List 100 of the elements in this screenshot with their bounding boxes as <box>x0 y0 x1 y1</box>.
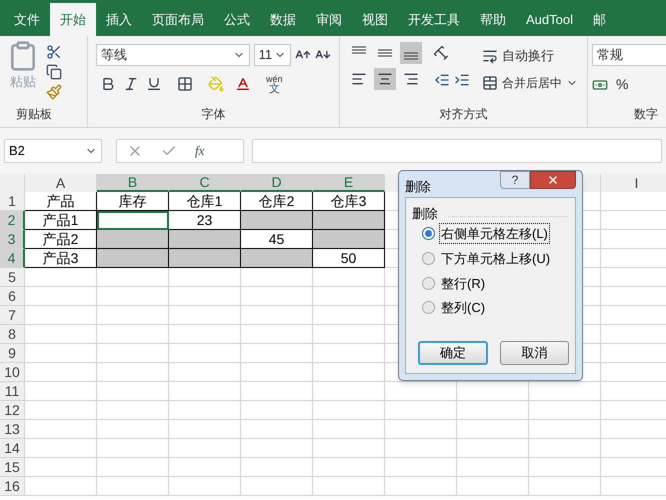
ribbon-tab[interactable]: 开始 <box>50 3 96 36</box>
font-name-field[interactable]: 等线 <box>96 44 250 66</box>
column-header[interactable]: A <box>25 174 97 192</box>
table-cell: 产品3 <box>25 249 97 268</box>
ribbon-tab[interactable]: AudTool <box>516 3 583 36</box>
font-color-icon[interactable] <box>235 76 251 92</box>
radio-option[interactable]: 下方单元格上移(U) <box>422 249 569 268</box>
align-right-icon <box>403 71 419 87</box>
ribbon-tab[interactable]: 帮助 <box>470 3 516 36</box>
scissors-icon[interactable] <box>46 44 62 60</box>
table-cell <box>241 420 313 439</box>
table-cell <box>25 477 97 496</box>
table-cell: 产品1 <box>25 211 97 230</box>
column-header[interactable]: C <box>169 174 241 192</box>
table-cell <box>529 458 601 477</box>
underline-icon[interactable] <box>146 76 162 92</box>
increase-indent-icon[interactable] <box>454 72 470 88</box>
insert-function-button[interactable]: fx <box>195 141 204 161</box>
table-cell <box>241 287 313 306</box>
table-cell <box>169 268 241 287</box>
table-cell: 产品 <box>25 192 97 211</box>
table-cell <box>97 382 169 401</box>
column-header[interactable]: E <box>313 174 385 192</box>
font-size-field[interactable]: 11 <box>254 44 292 66</box>
align-left-icon <box>351 71 367 87</box>
horizontal-align-button[interactable] <box>374 68 396 90</box>
radio-button[interactable] <box>422 226 435 240</box>
wrap-text-button[interactable]: 自动换行 <box>482 46 578 66</box>
radio-button[interactable] <box>422 276 435 290</box>
formula-field[interactable] <box>252 139 662 163</box>
group-label: 删除 <box>412 205 439 223</box>
row-header[interactable]: 2 <box>0 211 25 230</box>
merge-cells-icon <box>482 74 498 90</box>
row-header[interactable]: 16 <box>0 477 25 496</box>
close-button[interactable] <box>530 171 576 189</box>
table-cell <box>385 420 457 439</box>
radio-option[interactable]: 整列(C) <box>422 298 569 318</box>
row-header[interactable]: 4 <box>0 249 25 268</box>
ribbon-tab[interactable]: 视图 <box>352 3 398 36</box>
decrease-indent-icon[interactable] <box>434 72 450 88</box>
row-header[interactable]: 7 <box>0 306 25 325</box>
row-header[interactable]: 3 <box>0 230 25 249</box>
table-cell <box>457 401 529 420</box>
row-header[interactable]: 13 <box>0 420 25 439</box>
table-cell <box>97 401 169 420</box>
row-header[interactable]: 10 <box>0 363 25 382</box>
table-cell: 库存 <box>97 192 169 211</box>
row-header[interactable]: 8 <box>0 325 25 344</box>
italic-icon[interactable] <box>123 76 139 92</box>
help-button[interactable]: ? <box>500 171 530 189</box>
row-header[interactable]: 9 <box>0 344 25 363</box>
ribbon-tab[interactable]: 公式 <box>214 3 260 36</box>
phonetic-button[interactable]: wén 文 <box>266 74 283 94</box>
border-icon[interactable] <box>177 76 193 92</box>
table-cell <box>25 306 97 325</box>
table-cell <box>457 420 529 439</box>
merge-center-button[interactable]: 合并后居中 <box>482 74 578 92</box>
ribbon-tab[interactable]: 数据 <box>260 3 306 36</box>
close-icon <box>547 174 559 186</box>
table-cell <box>529 401 601 420</box>
row-header[interactable]: 6 <box>0 287 25 306</box>
table-cell <box>169 420 241 439</box>
table-cell <box>241 382 313 401</box>
fill-color-icon[interactable] <box>208 76 224 92</box>
ribbon-tab[interactable]: 插入 <box>96 3 142 36</box>
percent-button[interactable]: % <box>616 74 628 95</box>
ribbon-tab[interactable]: 审阅 <box>306 3 352 36</box>
column-header[interactable]: D <box>241 174 313 192</box>
table-cell <box>529 439 601 458</box>
row-header[interactable]: 1 <box>0 192 25 211</box>
dialog-button[interactable]: 取消 <box>500 341 569 365</box>
ribbon-tab[interactable]: 邮 <box>582 3 616 36</box>
table-cell <box>169 458 241 477</box>
name-box[interactable]: B2 <box>4 139 102 163</box>
radio-button[interactable] <box>422 301 435 314</box>
paintbrush-icon[interactable] <box>46 84 62 100</box>
row-header[interactable]: 5 <box>0 268 25 287</box>
ribbon-tab[interactable]: 文件 <box>4 3 50 36</box>
number-format-field[interactable]: 常规 <box>592 44 666 66</box>
column-header[interactable]: I <box>601 174 666 192</box>
radio-button[interactable] <box>422 252 435 266</box>
column-header[interactable]: B <box>97 174 169 192</box>
dialog-button[interactable]: 确定 <box>418 341 488 365</box>
vertical-align-button[interactable] <box>400 42 422 64</box>
table-cell <box>169 363 241 382</box>
copy-icon[interactable] <box>46 64 62 80</box>
table-cell <box>241 439 313 458</box>
row-header[interactable]: 12 <box>0 401 25 420</box>
table-cell: 45 <box>241 230 313 249</box>
table-cell <box>313 420 385 439</box>
row-header[interactable]: 11 <box>0 382 25 401</box>
row-header[interactable]: 15 <box>0 458 25 477</box>
row-header[interactable]: 14 <box>0 439 25 458</box>
table-cell: 产品2 <box>25 230 97 249</box>
ribbon-tab[interactable]: 页面布局 <box>142 3 214 36</box>
table-cell <box>97 268 169 287</box>
ribbon-tab[interactable]: 开发工具 <box>398 3 470 36</box>
radio-option[interactable]: 整行(R) <box>422 274 569 293</box>
table-cell <box>169 382 241 401</box>
table-cell <box>313 477 385 496</box>
